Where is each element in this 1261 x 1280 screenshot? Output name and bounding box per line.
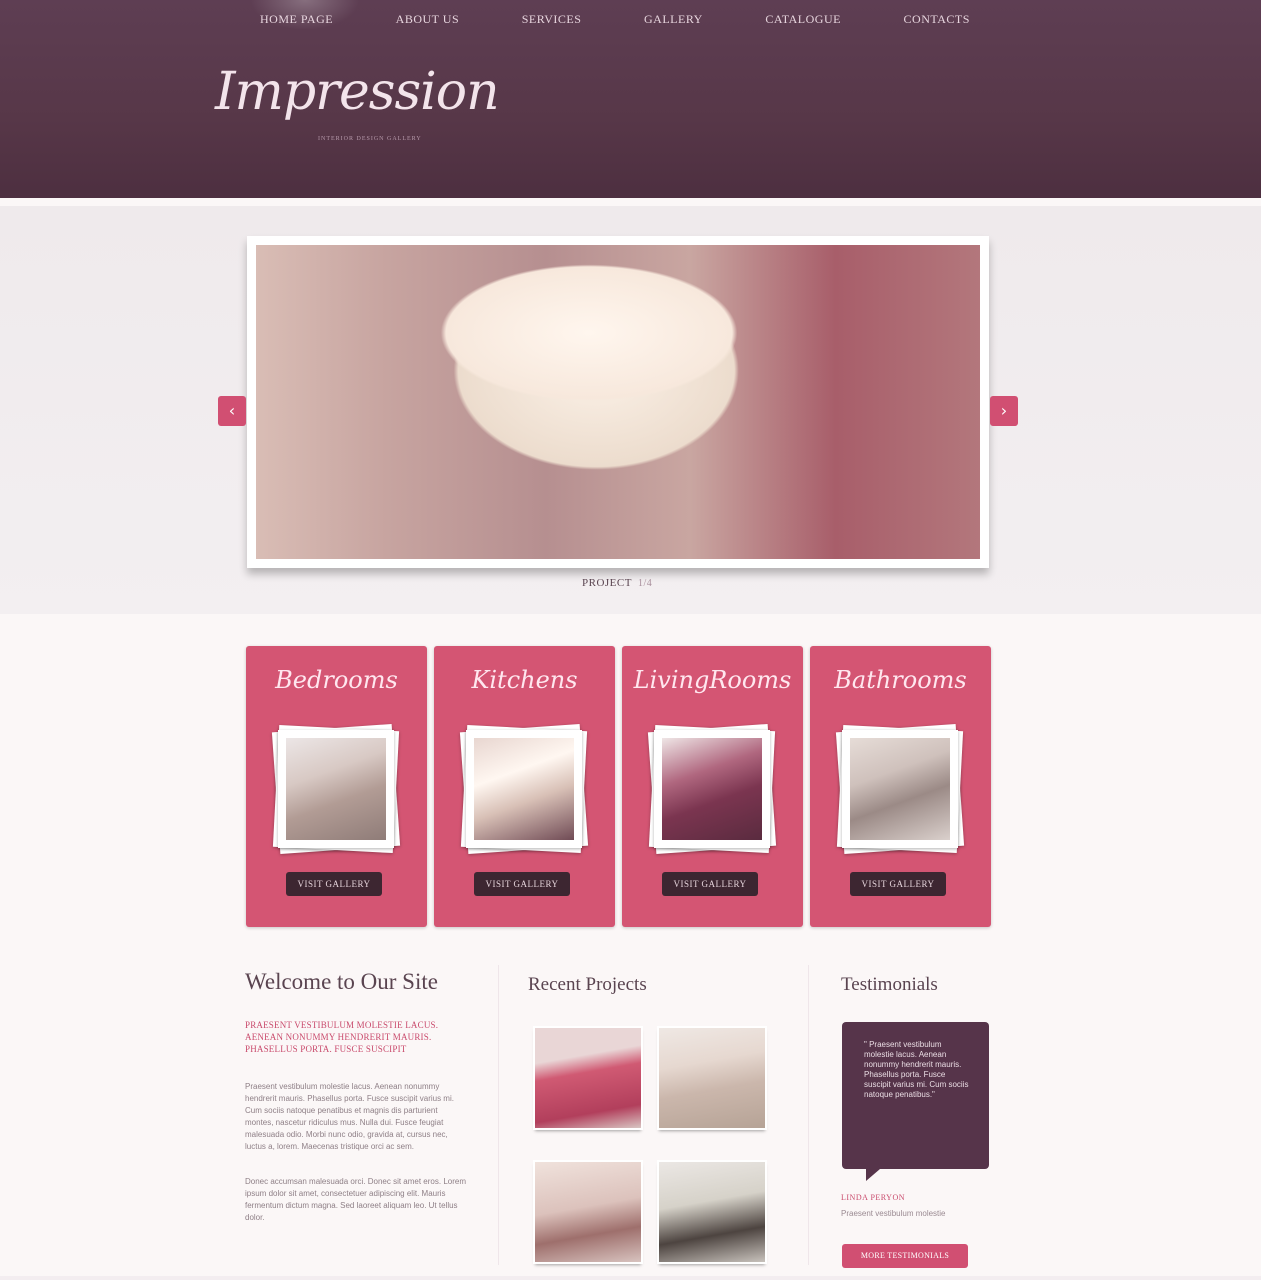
category-card-living-rooms: LivingRooms VISIT GALLERY: [622, 646, 803, 927]
category-card-bedrooms: Bedrooms VISIT GALLERY: [246, 646, 427, 927]
visit-gallery-button[interactable]: VISIT GALLERY: [286, 872, 382, 896]
testimonials-heading: Testimonials: [841, 974, 938, 995]
header-scallop-border: [0, 190, 1261, 206]
main-nav: HOME PAGE ABOUT US SERVICES GALLERY CATA…: [230, 12, 1000, 32]
welcome-intro: PRAESENT VESTIBULUM MOLESTIE LACUS. AENE…: [245, 1020, 439, 1054]
category-photo-stack: [835, 723, 965, 855]
column-divider: [498, 965, 499, 1265]
welcome-heading: Welcome to Our Site: [245, 969, 438, 994]
site-header: HOME PAGE ABOUT US SERVICES GALLERY CATA…: [0, 0, 1261, 198]
chevron-right-icon: ›: [1000, 401, 1008, 420]
project-photo-red-sofa: [535, 1028, 641, 1128]
category-title: Kitchens: [471, 666, 578, 694]
slider-caption: PROJECT 1/4: [582, 577, 652, 589]
slider-caption-label: PROJECT: [582, 577, 632, 589]
category-title: Bedrooms: [275, 666, 398, 694]
category-photo-stack: [459, 723, 589, 855]
bottom-rule: [0, 1276, 1261, 1280]
site-logo[interactable]: Impression: [215, 62, 500, 122]
project-thumbnail[interactable]: [657, 1160, 767, 1264]
category-photo-stack: [647, 723, 777, 855]
nav-about-us[interactable]: ABOUT US: [366, 12, 489, 32]
column-divider: [808, 965, 809, 1265]
testimonial-bubble: " Praesent vestibulum molestie lacus. Ae…: [842, 1022, 989, 1181]
nav-contacts[interactable]: CONTACTS: [874, 12, 1000, 32]
project-photo-beige-sofa: [659, 1028, 765, 1128]
category-card-bathrooms: Bathrooms VISIT GALLERY: [810, 646, 991, 927]
project-thumbnail[interactable]: [533, 1160, 643, 1264]
nav-catalogue[interactable]: CATALOGUE: [735, 12, 871, 32]
site-tagline: INTERIOR DESIGN GALLERY: [318, 136, 422, 142]
nav-services[interactable]: SERVICES: [492, 12, 612, 32]
chevron-left-icon: ‹: [228, 401, 236, 420]
slide-image-bathtub: [256, 245, 980, 559]
slide-frame: [247, 236, 989, 568]
living-room-photo: [662, 738, 762, 840]
visit-gallery-button[interactable]: VISIT GALLERY: [662, 872, 758, 896]
visit-gallery-button[interactable]: VISIT GALLERY: [474, 872, 570, 896]
bathroom-photo: [850, 738, 950, 840]
testimonial-quote: " Praesent vestibulum molestie lacus. Ae…: [864, 1040, 969, 1099]
kitchen-photo: [474, 738, 574, 840]
visit-gallery-button[interactable]: VISIT GALLERY: [850, 872, 946, 896]
project-photo-flowers: [659, 1162, 765, 1262]
slider-prev-button[interactable]: ‹: [218, 396, 246, 426]
testimonial-author: LINDA PERYON: [841, 1193, 906, 1202]
nav-gallery[interactable]: GALLERY: [614, 12, 733, 32]
bedroom-photo: [286, 738, 386, 840]
more-testimonials-button[interactable]: MORE TESTIMONIALS: [842, 1244, 968, 1268]
testimonial-author-role: Praesent vestibulum molestie: [841, 1209, 946, 1218]
slider-caption-number: 1/4: [637, 578, 653, 589]
category-card-kitchens: Kitchens VISIT GALLERY: [434, 646, 615, 927]
category-photo-stack: [271, 723, 401, 855]
slider-next-button[interactable]: ›: [990, 396, 1018, 426]
recent-projects-heading: Recent Projects: [528, 974, 647, 995]
project-photo-tub-foot: [535, 1162, 641, 1262]
category-title: Bathrooms: [834, 666, 967, 694]
category-title: LivingRooms: [633, 666, 792, 694]
nav-home-page[interactable]: HOME PAGE: [230, 12, 363, 32]
project-thumbnail[interactable]: [657, 1026, 767, 1130]
project-thumbnail[interactable]: [533, 1026, 643, 1130]
welcome-paragraph-1: Praesent vestibulum molestie lacus. Aene…: [245, 1082, 454, 1151]
welcome-paragraph-2: Donec accumsan malesuada orci. Donec sit…: [245, 1177, 466, 1222]
